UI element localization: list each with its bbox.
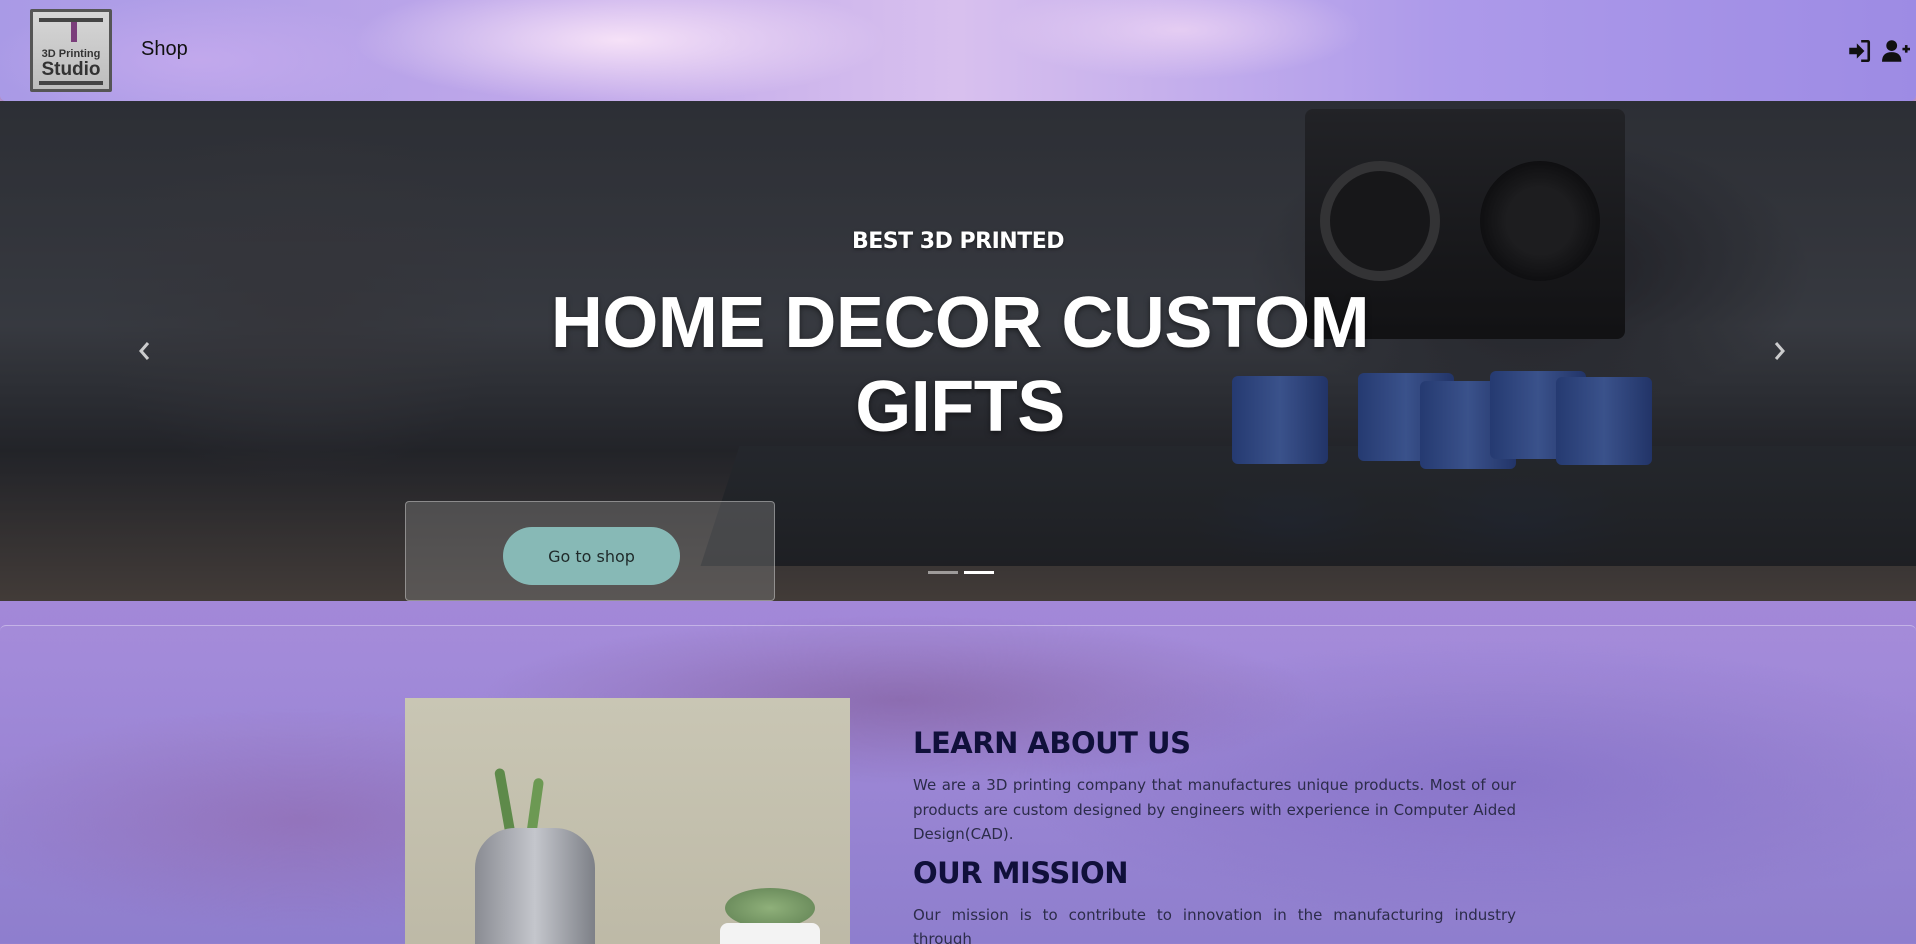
navbar: 3D Printing Studio Shop xyxy=(0,0,1916,101)
hero-caption-panel: Go to shop xyxy=(405,501,775,601)
white-planter xyxy=(720,923,820,944)
logo-nozzle xyxy=(71,22,77,42)
logo-line1: 3D Printing xyxy=(41,47,101,60)
about-text: LEARN ABOUT US We are a 3D printing comp… xyxy=(913,725,1516,944)
groot-planter xyxy=(475,828,595,944)
hero-title: HOME DECOR CUSTOM GIFTS xyxy=(550,283,1370,447)
logo-base xyxy=(39,81,103,85)
sign-in-icon[interactable] xyxy=(1846,38,1872,64)
logo[interactable]: 3D Printing Studio xyxy=(30,9,112,92)
logo-line2: Studio xyxy=(41,58,101,80)
product-photo xyxy=(405,698,850,944)
carousel-indicators xyxy=(928,571,994,574)
hero-carousel: BEST 3D PRINTED HOME DECOR CUSTOM GIFTS … xyxy=(0,101,1916,601)
about-body: We are a 3D printing company that manufa… xyxy=(913,776,1516,843)
chevron-right-icon[interactable] xyxy=(1768,339,1792,363)
succulent xyxy=(725,888,815,928)
nav-shop-link[interactable]: Shop xyxy=(141,38,188,61)
carousel-indicator-active[interactable] xyxy=(964,571,994,574)
chevron-left-icon[interactable] xyxy=(132,339,156,363)
user-plus-icon[interactable] xyxy=(1882,38,1910,64)
carousel-indicator[interactable] xyxy=(928,571,958,574)
mission-body: Our mission is to contribute to innovati… xyxy=(913,905,1516,944)
about-heading: LEARN ABOUT US xyxy=(913,726,1191,760)
hero-subtitle: BEST 3D PRINTED xyxy=(852,229,1065,254)
mission-heading: OUR MISSION xyxy=(913,855,1128,890)
go-to-shop-button[interactable]: Go to shop xyxy=(503,527,680,585)
